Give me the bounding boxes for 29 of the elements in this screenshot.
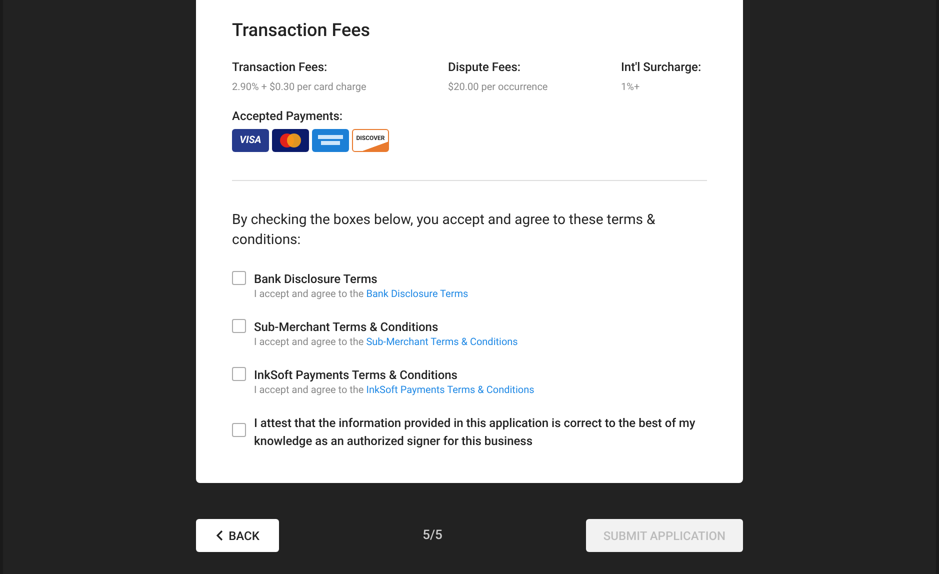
fee-label: Dispute Fees:: [448, 59, 522, 76]
back-button[interactable]: BACK: [196, 519, 279, 552]
fee-label: Transaction Fees:: [232, 59, 328, 76]
terms-intro: By checking the boxes below, you accept and agree to these terms & conditions:: [232, 211, 656, 250]
terms-link[interactable]: Sub-Merchant Terms & Conditions: [366, 337, 518, 348]
payments-label: Accepted Payments:: [232, 108, 344, 125]
term-title: Bank Disclosure Terms: [254, 271, 378, 288]
section-title: Transaction Fees: [232, 19, 372, 43]
fee-label: Int'l Surcharge:: [621, 59, 702, 76]
terms-link[interactable]: InkSoft Payments Terms & Conditions: [366, 385, 534, 396]
checkbox[interactable]: [232, 319, 246, 333]
step-counter: 5/5: [422, 526, 442, 545]
chevron-left-icon: [216, 530, 223, 541]
term-description: I accept and agree to the Sub-Merchant Terms & Conditions: [254, 336, 518, 350]
fee-value: $20.00 per occurrence: [448, 80, 549, 95]
term-description: I accept and agree to the Bank Disclosure Terms: [254, 288, 468, 302]
visa-card-logo: VISA: [232, 129, 269, 152]
amex-card-logo: [312, 129, 349, 152]
term-title: I attest that the information provided in this application is correct to the best of my knowledge as an authorized signer for this business: [254, 415, 696, 450]
term-title: Sub-Merchant Terms & Conditions: [254, 319, 440, 336]
mastercard-logo: [272, 129, 309, 152]
term-title: InkSoft Payments Terms & Conditions: [254, 367, 458, 384]
term-description: I accept and agree to the InkSoft Payments Terms & Conditions: [254, 384, 534, 398]
fee-value: 1%+: [621, 81, 641, 95]
checkbox[interactable]: [232, 423, 246, 437]
checkbox[interactable]: [232, 367, 246, 381]
fee-value: 2.90% + $0.30 per card charge: [232, 80, 368, 95]
terms-link[interactable]: Bank Disclosure Terms: [366, 289, 468, 300]
checkbox[interactable]: [232, 271, 246, 285]
